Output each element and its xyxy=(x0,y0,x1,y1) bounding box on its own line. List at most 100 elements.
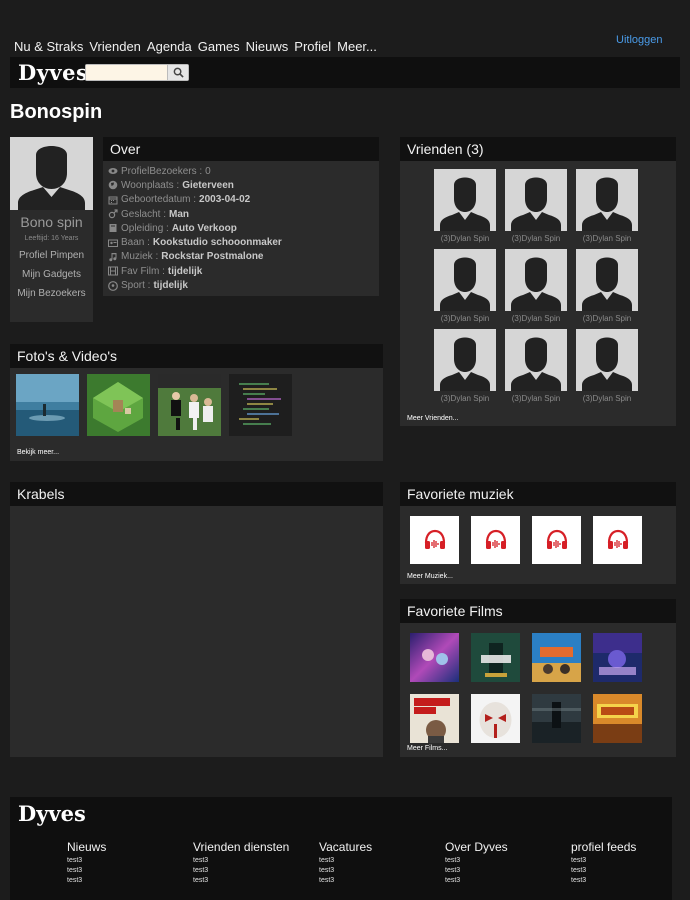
footer-link[interactable]: test3 xyxy=(445,856,508,866)
friend-name: (3)Dylan Spin xyxy=(511,394,561,403)
footer-column: Vrienden diensten test3 test3 test3 xyxy=(193,840,289,886)
nav-item-vrienden[interactable]: Vrienden xyxy=(89,39,141,54)
over-row-value: Rockstar Postmalone xyxy=(161,251,264,263)
over-row-label: Baan : xyxy=(121,237,150,249)
film-poster[interactable] xyxy=(532,694,581,743)
photo-thumbnail[interactable] xyxy=(87,374,150,436)
footer-link[interactable]: test3 xyxy=(571,856,636,866)
music-items xyxy=(410,516,642,564)
video-thumbnail[interactable] xyxy=(229,374,292,436)
friends-heading: Vrienden (3) xyxy=(400,137,676,161)
footer-link[interactable]: test3 xyxy=(67,876,106,886)
friend-name: (3)Dylan Spin xyxy=(511,314,561,323)
over-row-value: Kookstudio schooonmaker xyxy=(152,237,282,249)
more-films-link[interactable]: Meer Films... xyxy=(407,745,447,752)
default-avatar-icon xyxy=(18,146,85,210)
friend-name: (3)Dylan Spin xyxy=(582,234,632,243)
mijn-gadgets-link[interactable]: Mijn Gadgets xyxy=(10,269,93,280)
footer-column: Over Dyves test3 test3 test3 xyxy=(445,840,508,886)
brand-bar: Dyves xyxy=(10,57,680,88)
music-item[interactable] xyxy=(532,516,581,564)
footer-link[interactable]: test3 xyxy=(193,866,289,876)
football-icon xyxy=(108,280,118,291)
film-poster[interactable] xyxy=(410,694,459,743)
friend-item[interactable]: (3)Dylan Spin xyxy=(576,169,638,249)
calendar-icon xyxy=(108,195,118,205)
friend-item[interactable]: (3)Dylan Spin xyxy=(434,169,496,249)
footer-link[interactable]: test3 xyxy=(571,866,636,876)
film-poster[interactable] xyxy=(593,633,642,682)
mijn-bezoekers-link[interactable]: Mijn Bezoekers xyxy=(10,288,93,299)
photos-panel: Foto's & Video's Bekijk meer... xyxy=(10,344,383,461)
footer-link[interactable]: test3 xyxy=(193,856,289,866)
headphones-icon xyxy=(546,529,567,549)
films-panel: Favoriete Films Meer Films... xyxy=(400,599,676,757)
photo-thumbnails xyxy=(16,374,292,436)
profile-card: Bono spin Leeftijd: 16 Years Profiel Pim… xyxy=(10,137,93,322)
footer-link[interactable]: test3 xyxy=(193,876,289,886)
friend-avatar xyxy=(505,249,567,311)
footer-link[interactable]: test3 xyxy=(571,876,636,886)
photo-thumbnail[interactable] xyxy=(158,374,221,436)
see-more-photos-link[interactable]: Bekijk meer... xyxy=(17,449,59,456)
friends-panel: Vrienden (3) (3)Dylan Spin (3)Dylan Spin(… xyxy=(400,137,676,426)
film-poster[interactable] xyxy=(471,694,520,743)
headphones-icon xyxy=(424,529,445,549)
music-item[interactable] xyxy=(471,516,520,564)
footer-link[interactable]: test3 xyxy=(319,856,372,866)
friend-item[interactable]: (3)Dylan Spin xyxy=(434,329,496,409)
friend-item[interactable]: (3)Dylan Spin xyxy=(576,249,638,329)
search-icon xyxy=(173,67,184,78)
film-poster[interactable] xyxy=(410,633,459,682)
search-button[interactable] xyxy=(167,65,188,80)
friend-name: (3)Dylan Spin xyxy=(440,394,490,403)
friend-avatar xyxy=(505,169,567,231)
eye-icon xyxy=(108,166,118,176)
footer-column-title: Vrienden diensten xyxy=(193,840,290,854)
over-row-label: Geboortedatum : xyxy=(121,194,197,206)
more-music-link[interactable]: Meer Muziek... xyxy=(407,573,453,580)
over-row-label: Woonplaats : xyxy=(121,179,180,191)
nav-item-agenda[interactable]: Agenda xyxy=(147,39,192,54)
friend-avatar xyxy=(505,329,567,391)
more-friends-link[interactable]: Meer Vrienden... xyxy=(407,415,459,422)
over-row: Opleiding : Auto Verkoop xyxy=(108,221,379,235)
avatar xyxy=(10,137,93,210)
profiel-pimpen-link[interactable]: Profiel Pimpen xyxy=(10,250,93,261)
over-row-label: Opleiding : xyxy=(121,222,169,234)
footer-link[interactable]: test3 xyxy=(445,866,508,876)
music-item[interactable] xyxy=(410,516,459,564)
logout-link[interactable]: Uitloggen xyxy=(616,34,662,46)
film-poster[interactable] xyxy=(593,694,642,743)
over-row-value: Gieterveen xyxy=(182,179,234,191)
footer-link[interactable]: test3 xyxy=(67,866,106,876)
logo[interactable]: Dyves xyxy=(18,60,88,85)
over-row-value: Auto Verkoop xyxy=(171,222,237,234)
friend-item[interactable]: (3)Dylan Spin xyxy=(576,329,638,409)
footer-link[interactable]: test3 xyxy=(67,856,106,866)
friend-avatar xyxy=(576,249,638,311)
footer-link[interactable]: test3 xyxy=(319,866,372,876)
nav-item-nieuws[interactable]: Nieuws xyxy=(246,39,289,54)
friend-item[interactable]: (3)Dylan Spin xyxy=(505,249,567,329)
page-title: Bonospin xyxy=(10,101,103,123)
footer-link[interactable]: test3 xyxy=(319,876,372,886)
friend-item[interactable]: (3)Dylan Spin xyxy=(434,249,496,329)
photo-thumbnail[interactable] xyxy=(16,374,79,436)
friend-item[interactable]: (3)Dylan Spin xyxy=(505,169,567,249)
nav-item-meer[interactable]: Meer... xyxy=(337,39,377,54)
over-row: Sport : tijdelijk xyxy=(108,278,379,292)
nav-item-profiel[interactable]: Profiel xyxy=(294,39,331,54)
search-input[interactable] xyxy=(86,65,168,80)
music-item[interactable] xyxy=(593,516,642,564)
krabels-heading: Krabels xyxy=(10,482,383,506)
over-row-value: tijdelijk xyxy=(153,280,188,292)
film-poster[interactable] xyxy=(471,633,520,682)
nav-item-nu-straks[interactable]: Nu & Straks xyxy=(14,39,83,54)
nav-item-games[interactable]: Games xyxy=(198,39,240,54)
film-poster[interactable] xyxy=(532,633,581,682)
friend-item[interactable]: (3)Dylan Spin xyxy=(505,329,567,409)
footer-link[interactable]: test3 xyxy=(445,876,508,886)
over-row: ProfielBezoekers : 0 xyxy=(108,164,379,178)
over-row-label: ProfielBezoekers : xyxy=(121,165,203,177)
